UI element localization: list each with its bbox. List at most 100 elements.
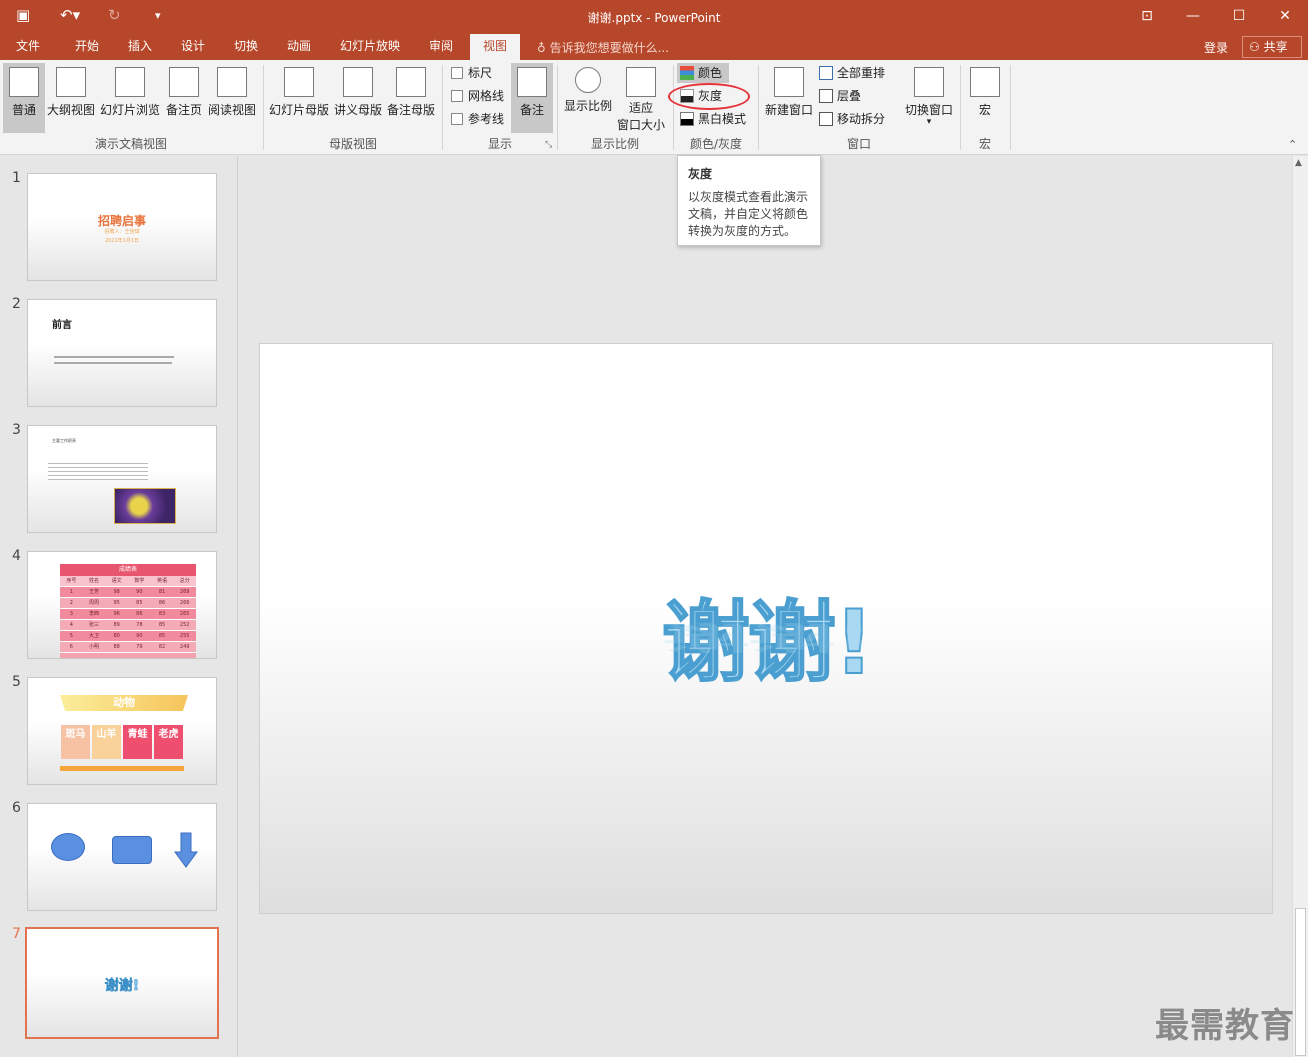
handout-master-button[interactable]: 讲义母版	[332, 63, 384, 133]
new-window-label: 新建窗口	[764, 103, 813, 117]
dialog-launcher-icon[interactable]: ⤡	[545, 140, 552, 150]
move-split-button[interactable]: 移动拆分	[819, 109, 885, 129]
thumb-table-cell: 78	[136, 622, 143, 628]
thumb-card: 斑马	[61, 725, 90, 759]
bw-swatch-icon	[680, 112, 694, 126]
slide-thumbnail-3[interactable]: 主要工作职责	[27, 425, 217, 533]
thumb-table-row: 3 李西 96 86 83 265	[60, 609, 196, 620]
thumb-table-cell: 小明	[89, 644, 100, 650]
slide-number: 7	[12, 926, 21, 942]
slide-sorter-label: 幻灯片浏览	[99, 103, 160, 117]
notes-button[interactable]: 备注	[511, 63, 553, 133]
slide-thumbnail-7[interactable]: 谢谢!	[25, 927, 219, 1039]
gridlines-checkbox[interactable]: 网格线	[451, 86, 504, 106]
checkbox-icon	[451, 90, 463, 102]
new-window-icon	[774, 67, 804, 97]
ribbon-separator	[1010, 65, 1011, 150]
notes-master-button[interactable]: 备注母版	[385, 63, 437, 133]
slide-sorter-button[interactable]: 幻灯片浏览	[98, 63, 162, 133]
thumb-table-cell: 6	[69, 644, 73, 650]
title-bar: ▣ ↶▾ ↻ ▾ 谢谢.pptx - PowerPoint ⊡ — ☐ ✕	[0, 0, 1308, 34]
login-link[interactable]: 登录	[1204, 39, 1228, 56]
slide-thumbnail-2[interactable]: 前言	[27, 299, 217, 407]
guides-label: 参考线	[468, 112, 505, 126]
slide-master-label: 幻灯片母版	[268, 103, 329, 117]
bw-label: 黑白模式	[698, 112, 747, 126]
thumb-table-cell: 4	[69, 622, 73, 628]
tab-review[interactable]: 审阅	[420, 34, 462, 60]
collapse-ribbon-icon[interactable]: ⌃	[1288, 138, 1297, 151]
ruler-checkbox[interactable]: 标尺	[451, 63, 492, 83]
scrollbar-thumb[interactable]	[1295, 908, 1306, 1056]
color-button[interactable]: 颜色	[677, 63, 729, 83]
vertical-scrollbar[interactable]: ▲	[1292, 156, 1308, 1057]
macros-button[interactable]: 宏	[964, 63, 1006, 133]
thumb-table-row: 2 周周 95 85 86 266	[60, 598, 196, 609]
slide-thumbnail-6[interactable]	[27, 803, 217, 911]
slide-thumbnail-5[interactable]: 动物 斑马 山羊 青蛙 老虎	[27, 677, 217, 785]
tab-file[interactable]: 文件	[6, 34, 50, 60]
slide-thumbnail-4[interactable]: 成绩表 序号 姓名 语文 数学 英语 总分 1 王芳 98 90 81 269 2 周周 95 85 86 266…	[27, 551, 217, 659]
thumb-down-arrow	[174, 832, 198, 868]
slide-thumbnail-panel[interactable]: 1 招聘启事 招聘人：王佳琪 2021年1月1日 2 前言 3 主要工作职责 4…	[0, 156, 238, 1057]
thumb-card: 山羊	[92, 725, 121, 759]
reading-view-button[interactable]: 阅读视图	[206, 63, 258, 133]
tab-slideshow[interactable]: 幻灯片放映	[333, 34, 407, 60]
close-button[interactable]: ✕	[1262, 0, 1308, 34]
black-white-button[interactable]: 黑白模式	[677, 109, 746, 129]
slide-master-icon	[284, 67, 314, 97]
thumb-table-cell: 86	[136, 611, 143, 617]
slide-master-button[interactable]: 幻灯片母版	[267, 63, 331, 133]
maximize-button[interactable]: ☐	[1216, 0, 1262, 34]
thumb-heading: 前言	[52, 320, 72, 331]
tab-transitions[interactable]: 切换	[225, 34, 267, 60]
minimize-button[interactable]: —	[1170, 0, 1216, 34]
thumb-table-cell: 总分	[179, 578, 190, 584]
zoom-button[interactable]: 显示比例	[561, 63, 615, 133]
thumb-table-cell: 255	[179, 633, 190, 639]
cascade-icon	[819, 89, 833, 103]
scroll-up-icon[interactable]: ▲	[1295, 158, 1302, 168]
tab-home[interactable]: 开始	[66, 34, 108, 60]
thumb-table-row: 5 大卫 80 90 85 255	[60, 631, 196, 642]
guides-checkbox[interactable]: 参考线	[451, 109, 504, 129]
tab-animations[interactable]: 动画	[278, 34, 320, 60]
slide-text-reflection: 谢谢!	[661, 619, 873, 656]
slide-thumbnail-1[interactable]: 招聘启事 招聘人：王佳琪 2021年1月1日	[27, 173, 217, 281]
group-label-zoom: 显示比例	[590, 137, 639, 151]
share-button[interactable]: ⚇ 共享	[1242, 36, 1302, 58]
thumb-text-line	[54, 356, 174, 358]
tab-view[interactable]: 视图	[470, 34, 520, 60]
thumb-table-cell: 大卫	[89, 633, 100, 639]
outline-view-button[interactable]: 大纲视图	[46, 63, 96, 133]
normal-view-label: 普通	[11, 103, 36, 117]
group-label-macros: 宏	[978, 137, 991, 151]
notes-label: 备注	[519, 103, 544, 117]
tab-insert[interactable]: 插入	[119, 34, 161, 60]
switch-window-button[interactable]: 切换窗口 ▾	[902, 63, 956, 133]
slide-editor[interactable]: 谢谢! 谢谢!	[239, 156, 1291, 1057]
arrange-all-button[interactable]: 全部重排	[819, 63, 885, 83]
ribbon-display-options-icon[interactable]: ⊡	[1124, 0, 1170, 34]
thumb-table-cell: 89	[113, 622, 120, 628]
tell-me-box[interactable]: ♁ 告诉我您想要做什么...	[537, 39, 669, 56]
outline-view-icon	[56, 67, 86, 97]
new-window-button[interactable]: 新建窗口	[762, 63, 816, 133]
cascade-button[interactable]: 层叠	[819, 86, 861, 106]
thumb-table-cell: 249	[179, 644, 190, 650]
group-label-presentation-views: 演示文稿视图	[94, 137, 167, 151]
notes-page-button[interactable]: 备注页	[163, 63, 205, 133]
tab-design[interactable]: 设计	[172, 34, 214, 60]
thumb-table: 序号 姓名 语文 数学 英语 总分 1 王芳 98 90 81 269 2 周周 95 85 86 266 3 李西 9…	[60, 576, 196, 658]
thumb-table-cell: 86	[158, 600, 166, 606]
current-slide[interactable]: 谢谢! 谢谢!	[259, 343, 1273, 914]
fit-to-window-button[interactable]: 适应 窗口大小	[616, 63, 666, 133]
checkbox-icon	[451, 113, 463, 125]
thumb-table-title: 成绩表	[60, 564, 196, 576]
normal-view-button[interactable]: 普通	[3, 63, 45, 133]
checkbox-icon	[451, 67, 463, 79]
thumb-table-cell: 90	[136, 589, 143, 595]
thumb-heading: 主要工作职责	[52, 438, 76, 443]
thumb-table-cell: 90	[136, 633, 143, 639]
macros-label: 宏	[978, 103, 991, 117]
